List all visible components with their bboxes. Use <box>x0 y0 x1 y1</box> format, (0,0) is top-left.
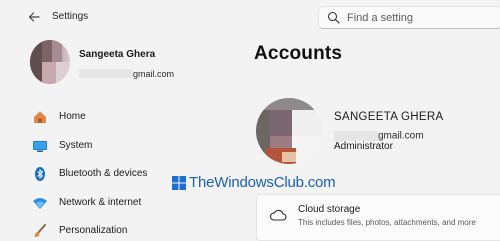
account-name: SANGEETA GHERA <box>334 111 444 123</box>
search-icon <box>327 11 340 24</box>
personalization-icon <box>34 224 46 237</box>
cloud-storage-description: This includes files, photos, attachments… <box>298 218 476 227</box>
account-avatar[interactable] <box>256 98 322 164</box>
sidebar-item-personalization[interactable]: Personalization <box>26 218 226 241</box>
network-icon <box>33 197 47 209</box>
sidebar-item-network[interactable]: Network & internet <box>26 190 226 219</box>
cloud-storage-title: Cloud storage <box>298 204 361 215</box>
watermark-text: TheWindowsClub.com <box>189 174 336 191</box>
back-arrow-icon <box>28 12 40 22</box>
sidebar-item-system[interactable]: System <box>26 133 226 162</box>
email-redaction <box>334 130 378 141</box>
back-button[interactable] <box>26 9 42 25</box>
windows-logo-icon <box>172 176 186 190</box>
search-input[interactable] <box>347 8 497 27</box>
user-email: gmail.com <box>79 65 174 79</box>
cloud-storage-card[interactable]: Cloud storage This includes files, photo… <box>256 194 500 241</box>
email-redaction <box>79 69 133 79</box>
cloud-icon <box>269 209 287 221</box>
app-title: Settings <box>52 11 89 22</box>
page-title: Accounts <box>254 43 343 64</box>
avatar <box>30 40 70 84</box>
system-icon <box>33 140 47 152</box>
sidebar-nav: Home System Bluetooth & devices Network … <box>26 104 226 241</box>
sidebar-item-home[interactable]: Home <box>26 104 226 133</box>
user-card[interactable]: Sangeeta Ghera gmail.com <box>30 40 230 90</box>
user-name: Sangeeta Ghera <box>79 49 156 60</box>
account-email: gmail.com <box>334 127 424 141</box>
bluetooth-icon <box>35 167 45 181</box>
account-role: Administrator <box>334 141 393 152</box>
search-box[interactable] <box>318 6 500 29</box>
title-bar: Settings <box>0 0 500 36</box>
home-icon <box>34 111 46 123</box>
